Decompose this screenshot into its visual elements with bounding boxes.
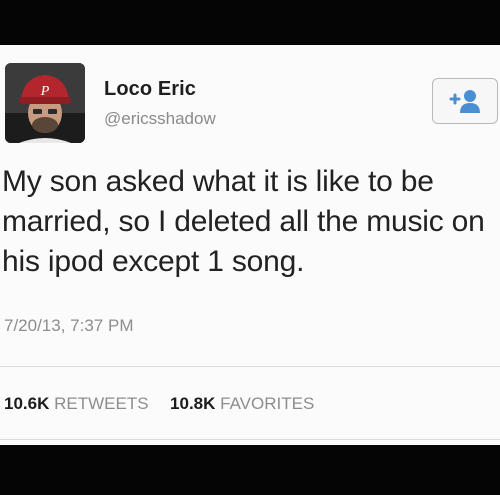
bottom-black-bar [0, 445, 500, 495]
svg-text:P: P [40, 84, 50, 99]
top-black-bar [0, 0, 500, 45]
tweet-card: P Loco Eric @ericsshadow My son asked wh… [0, 45, 500, 445]
favorites-label[interactable]: FAVORITES [220, 394, 314, 413]
avatar-photo: P [5, 63, 85, 143]
tweet-timestamp[interactable]: 7/20/13, 7:37 PM [4, 316, 133, 336]
user-handle[interactable]: @ericsshadow [104, 109, 216, 129]
retweets-count[interactable]: 10.6K [4, 394, 49, 413]
divider [0, 366, 500, 367]
tweet-text: My son asked what it is like to be marri… [2, 165, 485, 278]
retweets-label[interactable]: RETWEETS [54, 394, 148, 413]
follow-button[interactable] [432, 78, 498, 124]
tweet-stats: 10.6K RETWEETS 10.8K FAVORITES [4, 394, 314, 414]
avatar[interactable]: P [5, 63, 85, 143]
divider [0, 439, 500, 440]
add-user-icon [449, 90, 480, 113]
display-name[interactable]: Loco Eric [104, 78, 196, 101]
favorites-count[interactable]: 10.8K [170, 394, 215, 413]
